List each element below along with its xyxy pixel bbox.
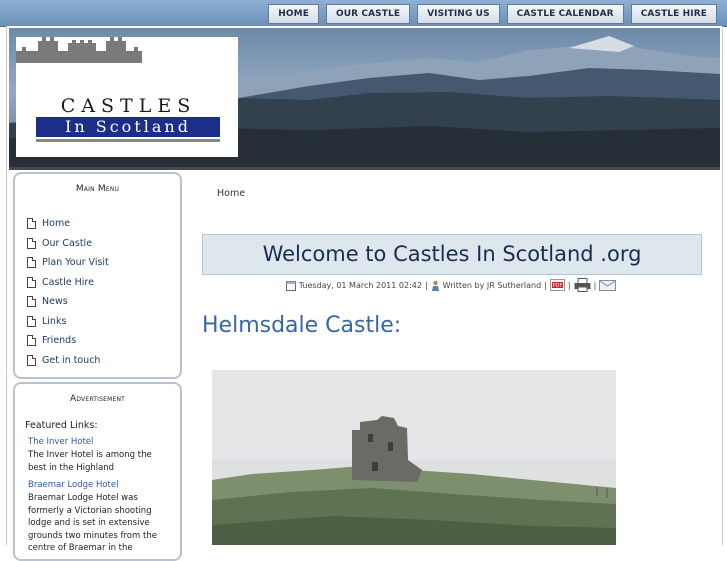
article-meta: Tuesday, 01 March 2011 02:42 | Written by… [202, 278, 700, 292]
menu-item-home[interactable]: Home [27, 214, 180, 234]
advertisement-title: Advertisement [69, 394, 126, 404]
meta-separator: | [424, 280, 428, 290]
email-icon[interactable] [599, 279, 617, 291]
breadcrumb[interactable]: Home [217, 188, 245, 199]
menu-item-links[interactable]: Links [27, 312, 180, 332]
ad-text-braemar-lodge: Braemar Lodge Hotel was formerly a Victo… [28, 493, 157, 553]
menu-item-label: Get in touch [42, 354, 101, 366]
ad-text-inver-hotel: The Inver Hotel is among the best in the… [28, 450, 152, 473]
article-date: Tuesday, 01 March 2011 02:42 [298, 280, 422, 290]
main-content: Home Welcome to Castles In Scotland .org… [200, 167, 720, 545]
castle-silhouette-icon [16, 37, 142, 63]
menu-item-castle-hire[interactable]: Castle Hire [27, 273, 180, 293]
document-icon [27, 296, 36, 308]
article-title: Welcome to Castles In Scotland .org [262, 242, 642, 266]
calendar-icon [285, 280, 296, 291]
site-logo[interactable]: CASTLES In Scotland [16, 37, 238, 157]
document-icon [27, 276, 36, 288]
menu-item-our-castle[interactable]: Our Castle [27, 234, 180, 254]
header-banner: CASTLES In Scotland [9, 28, 720, 170]
article-heading: Helmsdale Castle: [202, 313, 402, 338]
meta-separator: | [593, 280, 597, 290]
nav-visiting-us[interactable]: VISITING US [417, 4, 500, 24]
logo-title: CASTLES [60, 95, 197, 117]
helmsdale-castle-photo [212, 370, 616, 545]
menu-item-friends[interactable]: Friends [27, 331, 180, 351]
document-icon [27, 257, 36, 269]
document-icon [27, 354, 36, 366]
menu-item-label: Plan Your Visit [42, 257, 109, 269]
article-title-bar: Welcome to Castles In Scotland .org [202, 234, 702, 275]
top-bar: HOME OUR CASTLE VISITING US CASTLE CALEN… [0, 0, 727, 27]
menu-item-get-in-touch[interactable]: Get in touch [27, 351, 180, 371]
nav-our-castle[interactable]: OUR CASTLE [325, 4, 411, 24]
meta-separator: | [567, 280, 571, 290]
document-icon [27, 218, 36, 230]
menu-item-plan-your-visit[interactable]: Plan Your Visit [27, 253, 180, 273]
menu-item-label: Links [42, 315, 67, 327]
nav-home[interactable]: HOME [268, 4, 319, 24]
logo-subtitle: In Scotland [36, 117, 220, 137]
menu-item-label: Our Castle [42, 237, 93, 249]
pdf-icon[interactable]: PDF [549, 279, 565, 291]
document-icon [27, 315, 36, 327]
featured-links-heading: Featured Links: [25, 420, 98, 431]
nav-castle-calendar[interactable]: CASTLE CALENDAR [506, 4, 624, 24]
logo-underline [36, 139, 220, 142]
nav-castle-hire[interactable]: CASTLE HIRE [630, 4, 717, 24]
document-icon [27, 237, 36, 249]
author-icon [431, 280, 439, 291]
document-icon [27, 335, 36, 347]
menu-item-label: Friends [42, 335, 77, 347]
main-menu-title: Main Menu [75, 184, 120, 194]
menu-item-label: Home [42, 218, 71, 230]
menu-item-label: Castle Hire [42, 276, 94, 288]
page-wrapper: CASTLES In Scotland Main Menu Home Our C… [6, 26, 723, 561]
print-icon[interactable] [574, 278, 591, 292]
ad-link-braemar-lodge[interactable]: Braemar Lodge Hotel [28, 480, 180, 490]
svg-text:PDF: PDF [553, 283, 563, 289]
main-menu-list: Home Our Castle Plan Your Visit Castle H… [15, 214, 180, 370]
meta-separator: | [544, 280, 547, 290]
ad-link-inver-hotel[interactable]: The Inver Hotel [28, 437, 180, 447]
main-navigation: HOME OUR CASTLE VISITING US CASTLE CALEN… [268, 4, 717, 24]
advertisement-panel: Advertisement Featured Links: The Inver … [13, 382, 182, 561]
main-menu-panel: Main Menu Home Our Castle Plan Your Visi… [13, 172, 182, 379]
article-author: Written by JR Sutherland [442, 280, 542, 290]
menu-item-label: News [42, 296, 68, 308]
menu-item-news[interactable]: News [27, 292, 180, 312]
